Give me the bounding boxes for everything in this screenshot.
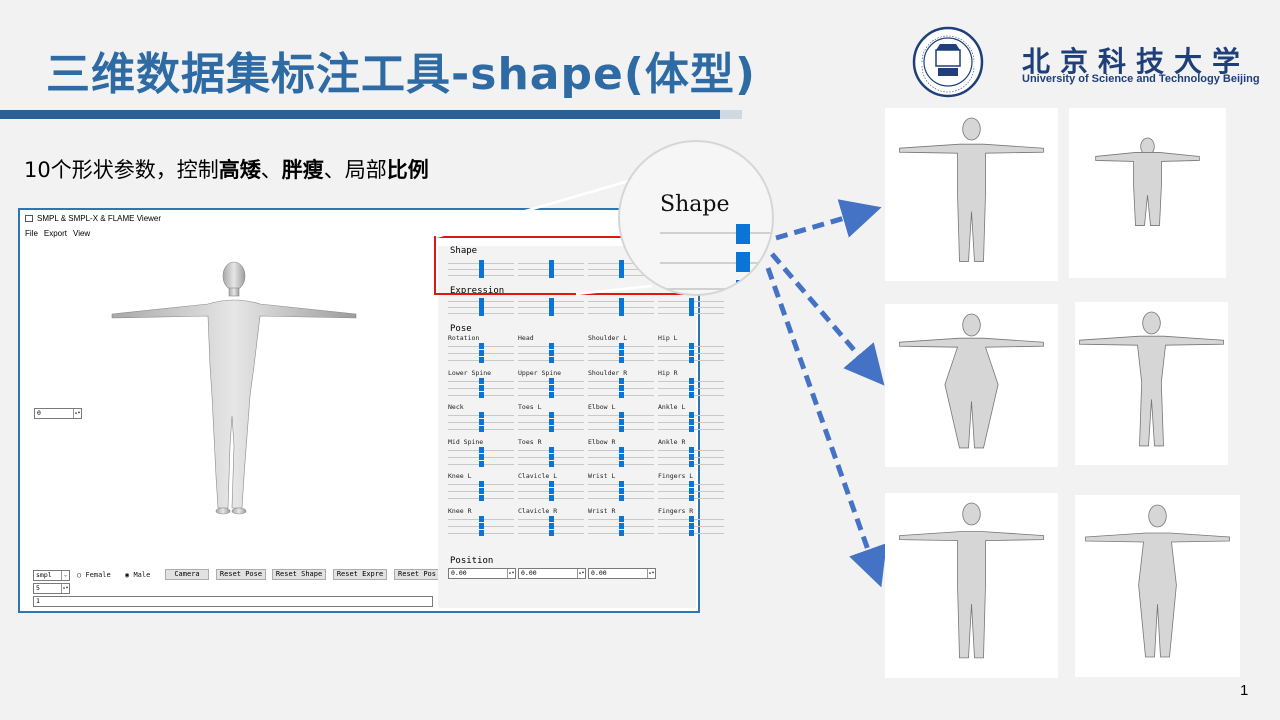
- body-variant-render-broad: [885, 493, 1058, 678]
- body-variant-render-pear: [1075, 495, 1240, 677]
- arrow-to-height-examples: [775, 199, 882, 241]
- human-figure-icon: [899, 313, 1044, 449]
- human-figure-icon: [1095, 137, 1200, 226]
- arrow-to-weight-examples: [770, 252, 885, 386]
- human-figure-icon: [1079, 311, 1224, 447]
- body-variant-render-fat: [885, 304, 1058, 467]
- page-number: 1: [1240, 682, 1249, 699]
- body-variant-render-tall: [885, 108, 1058, 281]
- body-variant-render-thin: [1075, 302, 1228, 465]
- body-variant-render-short: [1069, 108, 1226, 278]
- human-figure-icon: [899, 117, 1044, 262]
- human-figure-icon: [899, 502, 1044, 659]
- human-figure-icon: [1085, 504, 1230, 658]
